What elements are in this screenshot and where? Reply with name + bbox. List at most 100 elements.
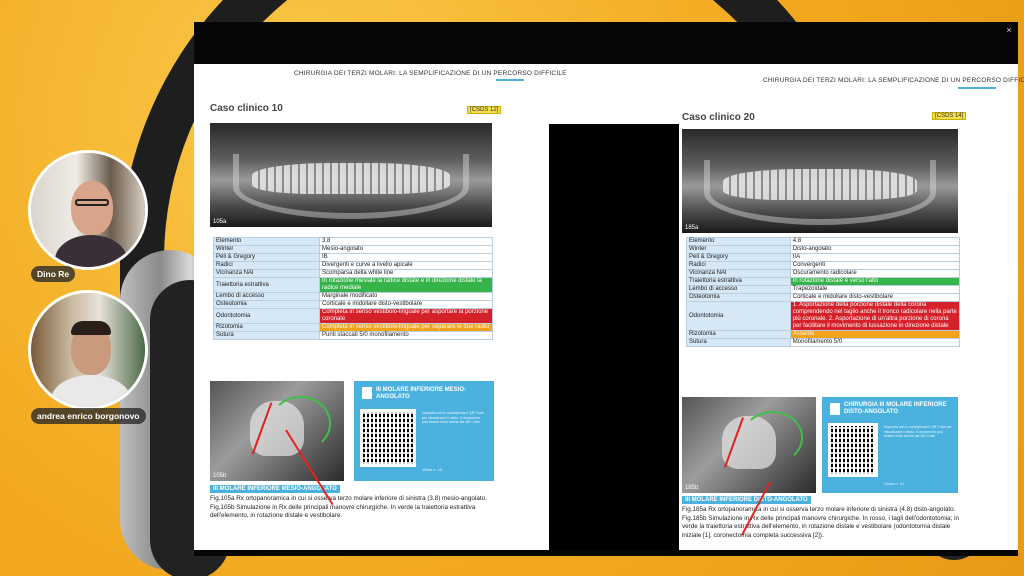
info-key: Radici	[212, 261, 321, 270]
panoramic-xray-image: 105a	[210, 123, 492, 227]
info-table-row: Lembo di accesso Trapezoidale	[686, 285, 961, 294]
info-key: Traiettoria estrattiva	[686, 277, 791, 286]
person-head	[71, 181, 113, 235]
info-value: Divergenti e curve a livello apicale	[319, 261, 493, 270]
info-key: Osteotomia	[212, 300, 321, 309]
info-value: In rotazione mesiale la radice distale e…	[319, 277, 493, 293]
info-table-row: Elemento 4.8	[686, 237, 961, 246]
info-table-row: Vicinanza NAI Scomparsa della white line	[212, 269, 493, 278]
glasses-icon	[75, 199, 109, 206]
qr-code[interactable]	[360, 409, 416, 467]
info-table-row: Osteotomia Corticale e midollare disto-ve…	[212, 300, 493, 309]
figure-caption: Fig.105a Rx ortopanoramica in cui si oss…	[210, 495, 487, 519]
info-key: Lembo di accesso	[686, 285, 791, 294]
figure-label: 105a	[213, 219, 227, 225]
case-code-badge: [CSDS 14]	[932, 112, 967, 120]
qr-instructions: Inquadra con lo smartphone il QR Code pe…	[884, 425, 952, 438]
teeth-shape	[252, 162, 450, 194]
teeth-shape	[723, 168, 917, 200]
info-value: Disto-angolato	[789, 245, 961, 254]
info-table-row: Vicinanza NAI Oscuramento radicolare	[686, 269, 961, 278]
header-accent-line	[958, 87, 996, 89]
qr-video-panel[interactable]: III MOLARE INFERIORE MESIO-ANGOLATO Inqu…	[354, 381, 494, 481]
left-page: CHIRURGIA DEI TERZI MOLARI: LA SEMPLIFIC…	[194, 64, 606, 550]
info-value: Completa in senso vestibolo-linguale per…	[319, 323, 493, 332]
qr-panel-title: CHIRURGIA III MOLARE INFERIORE DISTO-ANG…	[844, 402, 947, 415]
info-table-row: Elemento 3.8	[212, 237, 493, 246]
info-table-row: Sutura Punti staccati 5/0 monofilamento	[212, 331, 493, 340]
document-icon	[830, 403, 840, 415]
info-value: Trapezoidale	[789, 285, 961, 294]
info-key: Odontotomia	[212, 308, 321, 324]
info-table-row: Rizotomia Completa in senso vestibolo-lin…	[212, 323, 493, 332]
info-table-row: Lembo di accesso Marginale modificato	[212, 292, 493, 301]
qr-code[interactable]	[828, 423, 878, 477]
info-value: Convergenti	[789, 261, 961, 270]
figure-label: 105b	[213, 473, 227, 479]
participant-name-tag: Dino Re	[31, 266, 76, 282]
info-value: Monofilamento 5/0	[789, 338, 961, 347]
info-key: Radici	[686, 261, 791, 270]
info-table-row: Traiettoria estrattiva In rotazione mesia…	[212, 277, 493, 293]
info-key: Odontotomia	[686, 301, 791, 331]
info-value: Punti staccati 5/0 monofilamento	[319, 331, 493, 340]
qr-instructions: Inquadra con lo smartphone il QR Code pe…	[422, 411, 484, 424]
info-key: Sutura	[686, 338, 791, 347]
info-value: Corticale e midollare disto-vestibolare	[319, 300, 493, 309]
info-value: Scomparsa della white line	[319, 269, 493, 278]
info-key: Osteotomia	[686, 293, 791, 302]
info-key: Vicinanza NAI	[212, 269, 321, 278]
simulation-xray-image: 185b	[682, 397, 816, 493]
page-header-title: CHIRURGIA DEI TERZI MOLARI: LA SEMPLIFIC…	[294, 70, 567, 77]
info-key: Sutura	[212, 331, 321, 340]
header-accent-line	[496, 79, 524, 81]
participant-name-tag: andrea enrico borgonovo	[31, 408, 146, 424]
info-value: Assente	[789, 330, 961, 339]
info-table-row: Winter Disto-angolato	[686, 245, 961, 254]
trajectory-arc	[270, 396, 331, 451]
info-value: IIA	[789, 253, 961, 262]
info-table-row: Traiettoria estrattiva In rotazione dista…	[686, 277, 961, 286]
caption-title-bar: III MOLARE INFERIORE DISTO-ANGOLATO	[682, 496, 811, 504]
document-icon	[362, 387, 372, 399]
info-table-row: Osteotomia Corticale e midollare disto-ve…	[686, 293, 961, 302]
document-viewer[interactable]: × CHIRURGIA DEI TERZI MOLARI: LA SEMPLIF…	[194, 22, 1024, 556]
info-key: Rizotomia	[686, 330, 791, 339]
info-value: Mesio-angolato	[319, 245, 493, 254]
info-table-row: Pell & Gregory IB	[212, 253, 493, 262]
panoramic-xray-image: 185a	[682, 129, 958, 233]
info-key: Pell & Gregory	[212, 253, 321, 262]
figure-label: 185a	[685, 225, 699, 231]
info-table-row: Sutura Monofilamento 5/0	[686, 338, 961, 347]
qr-video-number: Video n. 21	[884, 481, 905, 486]
info-value: 3.8	[319, 237, 493, 246]
info-key: Pell & Gregory	[686, 253, 791, 262]
qr-panel-title: III MOLARE INFERIORE MESIO-ANGOLATO	[376, 387, 467, 400]
info-table-row: Radici Divergenti e curve a livello apica…	[212, 261, 493, 270]
info-table-row: Rizotomia Assente	[686, 330, 961, 339]
person-hair	[71, 321, 111, 335]
info-value: Corticale e midollare disto-vestibolare	[789, 293, 961, 302]
case-code-badge: [CSDS 12]	[467, 106, 502, 114]
info-key: Winter	[686, 245, 791, 254]
info-key: Traiettoria estrattiva	[212, 277, 321, 293]
participant-video-dino-re[interactable]	[28, 150, 148, 270]
case-info-table: Elemento 3.8 Winter Mesio-angolato Pell & Gr…	[212, 237, 493, 340]
info-key: Vicinanza NAI	[686, 269, 791, 278]
info-value: 4.8	[789, 237, 961, 246]
qr-video-number: Video n. 10	[422, 467, 443, 472]
figure-caption: Fig.185a Rx ortopanoramica in cui si oss…	[682, 506, 960, 539]
info-value: 1. Asportazione della porzione distale d…	[789, 301, 961, 331]
info-key: Elemento	[686, 237, 791, 246]
participant-video-andrea[interactable]	[28, 290, 148, 410]
qr-video-panel[interactable]: CHIRURGIA III MOLARE INFERIORE DISTO-ANG…	[822, 397, 958, 493]
info-key: Elemento	[212, 237, 321, 246]
close-icon[interactable]: ×	[1004, 25, 1014, 35]
info-key: Lembo di accesso	[212, 292, 321, 301]
case-title: Caso clinico 10	[210, 103, 283, 114]
info-table-row: Odontotomia 1. Asportazione della porzion…	[686, 301, 961, 331]
info-key: Winter	[212, 245, 321, 254]
info-value: Completa in senso vestibolo-linguale per…	[319, 308, 493, 324]
right-page: CHIRURGIA DEI TERZI MOLARI: LA SEMPLIFIC…	[606, 64, 1024, 550]
info-value: Oscuramento radicolare	[789, 269, 961, 278]
